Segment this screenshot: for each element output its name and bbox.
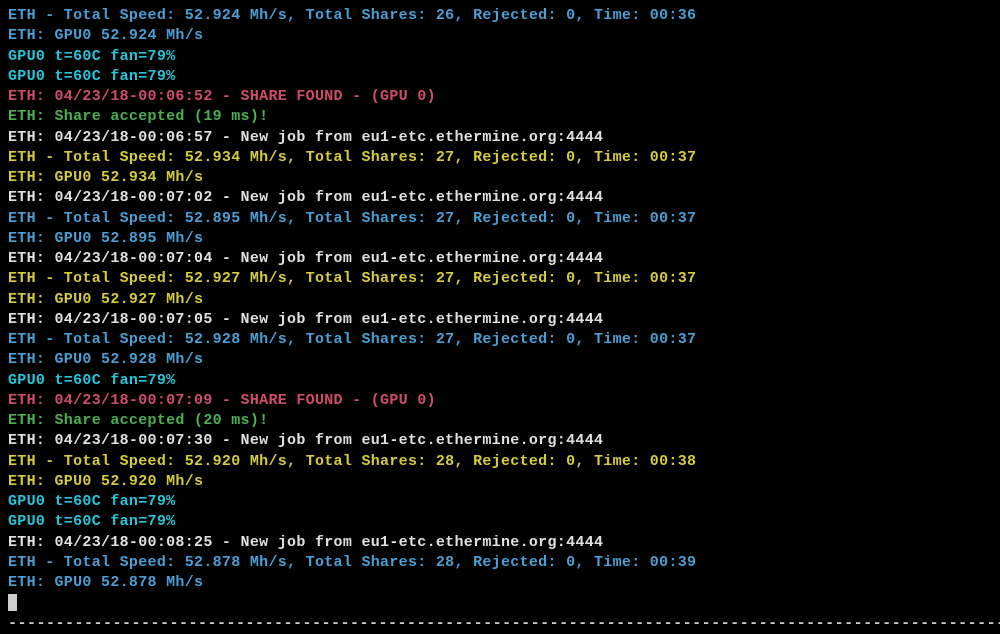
log-line: GPU0 t=60C fan=79% — [8, 47, 992, 67]
log-line: ETH: GPU0 52.928 Mh/s — [8, 350, 992, 370]
log-line: ETH - Total Speed: 52.920 Mh/s, Total Sh… — [8, 452, 992, 472]
terminal-output: ETH - Total Speed: 52.924 Mh/s, Total Sh… — [8, 6, 992, 634]
log-line: ETH: GPU0 52.878 Mh/s — [8, 573, 992, 593]
log-line: ETH: GPU0 52.895 Mh/s — [8, 229, 992, 249]
log-line: ETH: GPU0 52.927 Mh/s — [8, 290, 992, 310]
log-line: ETH - Total Speed: 52.934 Mh/s, Total Sh… — [8, 148, 992, 168]
cursor-line — [8, 593, 992, 613]
log-line: ETH: GPU0 52.924 Mh/s — [8, 26, 992, 46]
log-line: ETH: 04/23/18-00:06:52 - SHARE FOUND - (… — [8, 87, 992, 107]
log-line: GPU0 t=60C fan=79% — [8, 67, 992, 87]
log-line: ETH: 04/23/18-00:07:02 - New job from eu… — [8, 188, 992, 208]
log-line: ETH: 04/23/18-00:07:04 - New job from eu… — [8, 249, 992, 269]
log-line: GPU0 t=60C fan=79% — [8, 492, 992, 512]
log-line: ETH - Total Speed: 52.895 Mh/s, Total Sh… — [8, 209, 992, 229]
log-line: ETH: Share accepted (19 ms)! — [8, 107, 992, 127]
separator-line: ----------------------------------------… — [8, 614, 992, 634]
log-line: ETH - Total Speed: 52.924 Mh/s, Total Sh… — [8, 6, 992, 26]
log-line: ETH: 04/23/18-00:07:09 - SHARE FOUND - (… — [8, 391, 992, 411]
log-line: ETH - Total Speed: 52.928 Mh/s, Total Sh… — [8, 330, 992, 350]
log-line: ETH: GPU0 52.920 Mh/s — [8, 472, 992, 492]
log-line: ETH - Total Speed: 52.927 Mh/s, Total Sh… — [8, 269, 992, 289]
log-line: ETH - Total Speed: 52.878 Mh/s, Total Sh… — [8, 553, 992, 573]
log-line: ETH: GPU0 52.934 Mh/s — [8, 168, 992, 188]
log-line: ETH: 04/23/18-00:07:30 - New job from eu… — [8, 431, 992, 451]
log-line: ETH: 04/23/18-00:08:25 - New job from eu… — [8, 533, 992, 553]
log-line: ETH: Share accepted (20 ms)! — [8, 411, 992, 431]
log-line: GPU0 t=60C fan=79% — [8, 512, 992, 532]
log-line: ETH: 04/23/18-00:06:57 - New job from eu… — [8, 128, 992, 148]
cursor-icon — [8, 594, 17, 611]
log-line: GPU0 t=60C fan=79% — [8, 371, 992, 391]
log-line: ETH: 04/23/18-00:07:05 - New job from eu… — [8, 310, 992, 330]
